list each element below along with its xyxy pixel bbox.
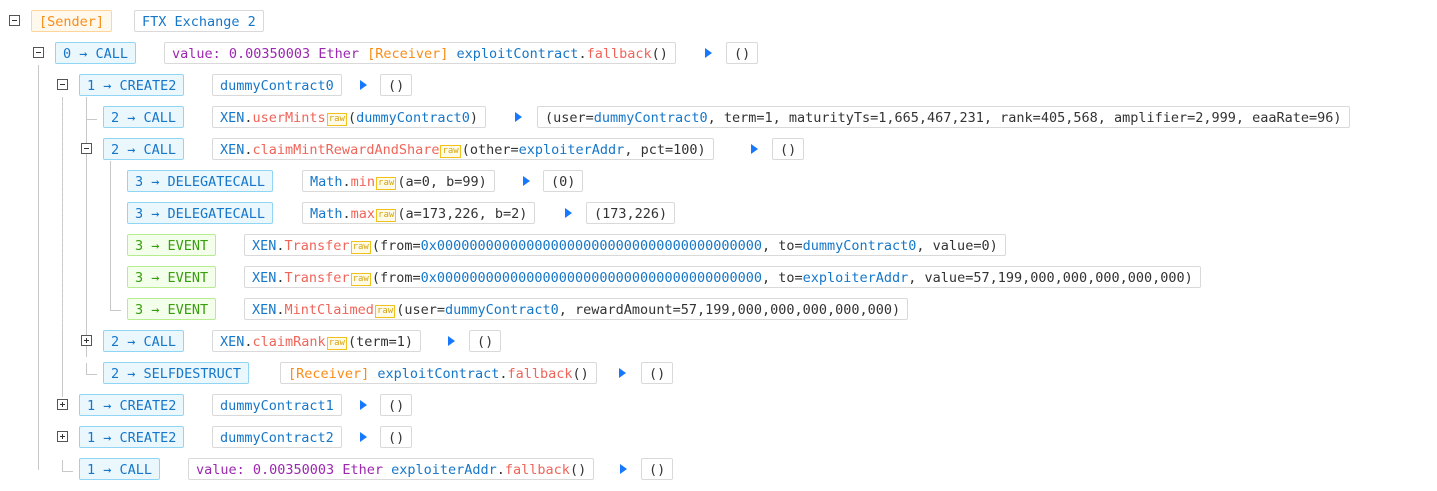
collapse-toggle[interactable] (57, 79, 68, 90)
call-output: () (469, 330, 502, 352)
trace-row: 3 → DELEGATECALL Math.min raw (a=0, b=99) … (0, 166, 1437, 198)
call-type-badge[interactable]: 1 → CREATE2 (79, 394, 185, 416)
collapse-toggle[interactable] (33, 47, 44, 58)
event-detail[interactable]: XEN.MintClaimed raw (user=dummyContract0, … (244, 298, 909, 320)
call-detail[interactable]: dummyContract1 (212, 394, 342, 416)
trace-row: 3 → EVENT XEN.MintClaimed raw (user=dummyC… (0, 294, 1437, 326)
call-type-badge[interactable]: 2 → CALL (103, 138, 185, 160)
call-type-badge[interactable]: 3 → DELEGATECALL (127, 202, 274, 224)
expand-output-icon[interactable] (619, 368, 626, 378)
root-address[interactable]: FTX Exchange 2 (134, 10, 264, 32)
raw-badge: raw (326, 337, 347, 350)
trace-row: 3 → EVENT XEN.Transfer raw (from=0x0000000… (0, 230, 1437, 262)
trace-row: 1 → CREATE2 dummyContract0 () (0, 70, 1437, 102)
call-type-badge[interactable]: 3 → DELEGATECALL (127, 170, 274, 192)
event-detail[interactable]: XEN.Transfer raw (from=0x00000000000000000… (244, 266, 1201, 288)
raw-badge: raw (350, 241, 371, 254)
call-detail[interactable]: [Receiver] exploitContract.fallback() (280, 362, 597, 384)
call-type-badge[interactable]: 2 → CALL (103, 330, 185, 352)
trace-row: 0 → CALL value: 0.00350003 Ether [Receiv… (0, 38, 1437, 70)
call-type-badge[interactable]: 1 → CREATE2 (79, 74, 185, 96)
call-detail[interactable]: Math.max raw (a=173,226, b=2) (302, 202, 536, 224)
trace-row: 3 → EVENT XEN.Transfer raw (from=0x0000000… (0, 262, 1437, 294)
trace-row: 2 → CALL XEN.claimRank raw (term=1) () (0, 326, 1437, 358)
expand-output-icon[interactable] (360, 432, 367, 442)
call-output: (user=dummyContract0, term=1, maturityTs… (537, 106, 1350, 128)
call-output: () (380, 394, 413, 416)
expand-output-icon[interactable] (360, 400, 367, 410)
trace-row-root: [Sender] FTX Exchange 2 (0, 6, 1437, 38)
expand-output-icon[interactable] (751, 144, 758, 154)
expand-output-icon[interactable] (620, 464, 627, 474)
trace-row: 1 → CREATE2 dummyContract2 () (0, 422, 1437, 454)
call-output: () (641, 362, 674, 384)
call-output: () (380, 74, 413, 96)
call-type-badge[interactable]: 0 → CALL (55, 42, 137, 64)
raw-badge: raw (440, 145, 461, 158)
expand-toggle[interactable] (57, 399, 68, 410)
call-detail[interactable]: XEN.claimMintRewardAndShare raw (other=exp… (212, 138, 714, 160)
sender-tag[interactable]: [Sender] (31, 10, 113, 32)
call-detail[interactable]: Math.min raw (a=0, b=99) (302, 170, 495, 192)
raw-badge: raw (350, 273, 371, 286)
call-type-badge[interactable]: 2 → CALL (103, 106, 185, 128)
expand-toggle[interactable] (81, 335, 92, 346)
call-output: () (726, 42, 759, 64)
call-output: () (380, 426, 413, 448)
expand-output-icon[interactable] (705, 48, 712, 58)
raw-badge: raw (374, 305, 396, 318)
call-type-badge[interactable]: 2 → SELFDESTRUCT (103, 362, 250, 384)
raw-badge: raw (376, 177, 397, 190)
expand-output-icon[interactable] (515, 112, 522, 122)
call-detail[interactable]: dummyContract0 (212, 74, 342, 96)
expand-output-icon[interactable] (448, 336, 455, 346)
call-detail[interactable]: value: 0.00350003 Ether [Receiver] explo… (164, 42, 676, 64)
call-detail[interactable]: value: 0.00350003 Ether exploiterAddr.fa… (188, 458, 595, 480)
event-type-badge[interactable]: 3 → EVENT (127, 234, 217, 256)
call-output: (0) (543, 170, 584, 192)
expand-toggle[interactable] (57, 431, 68, 442)
event-type-badge[interactable]: 3 → EVENT (127, 298, 217, 320)
call-output: (173,226) (586, 202, 676, 224)
expand-output-icon[interactable] (565, 208, 572, 218)
trace-row: 1 → CREATE2 dummyContract1 () (0, 390, 1437, 422)
trace-row: 2 → SELFDESTRUCT [Receiver] exploitContr… (0, 358, 1437, 390)
collapse-toggle[interactable] (81, 143, 92, 154)
call-type-badge[interactable]: 1 → CALL (79, 458, 161, 480)
raw-badge: raw (376, 209, 397, 222)
raw-badge: raw (326, 113, 347, 126)
trace-row: 3 → DELEGATECALL Math.max raw (a=173,226, … (0, 198, 1437, 230)
call-type-badge[interactable]: 1 → CREATE2 (79, 426, 185, 448)
call-output: () (641, 458, 674, 480)
call-detail[interactable]: XEN.claimRank raw (term=1) (212, 330, 421, 352)
event-detail[interactable]: XEN.Transfer raw (from=0x00000000000000000… (244, 234, 1006, 256)
trace-row: 1 → CALL value: 0.00350003 Ether exploit… (0, 454, 1437, 486)
call-detail[interactable]: dummyContract2 (212, 426, 342, 448)
call-output: () (772, 138, 805, 160)
call-detail[interactable]: XEN.userMints raw (dummyContract0) (212, 106, 487, 128)
trace-row: 2 → CALL XEN.claimMintRewardAndShare raw(… (0, 134, 1437, 166)
expand-output-icon[interactable] (360, 80, 367, 90)
event-type-badge[interactable]: 3 → EVENT (127, 266, 217, 288)
collapse-toggle[interactable] (9, 15, 20, 26)
trace-row: 2 → CALL XEN.userMints raw (dummyContract0… (0, 102, 1437, 134)
expand-output-icon[interactable] (523, 176, 530, 186)
